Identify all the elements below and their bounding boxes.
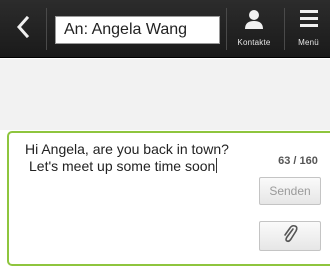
top-action-bar: An: Angela Wang Kontakte Menü [0,0,330,58]
paperclip-icon [282,224,298,249]
attach-button[interactable] [259,221,321,251]
recipient-field[interactable]: An: Angela Wang [55,16,220,44]
divider [226,8,227,50]
person-icon [243,8,265,35]
message-line-1: Hi Angela, are you back in town? [25,141,229,157]
compose-panel: Hi Angela, are you back in town? Let's m… [7,131,330,266]
message-line-2-wrap: Let's meet up some time soon [25,158,257,175]
message-input[interactable]: Hi Angela, are you back in town? Let's m… [25,141,257,175]
divider [46,8,47,50]
back-button[interactable] [0,0,46,58]
contacts-button[interactable]: Kontakte [228,8,280,52]
contacts-label: Kontakte [237,38,271,47]
menu-label: Menü [298,38,319,47]
message-thread-area [0,59,330,130]
menu-button[interactable]: Menü [287,8,330,52]
hamburger-icon [299,8,319,35]
message-line-2: Let's meet up some time soon [29,158,216,174]
text-cursor [216,158,218,173]
send-button[interactable]: Senden [259,177,321,205]
character-counter: 63 / 160 [278,155,318,167]
chevron-left-icon [16,15,30,43]
divider [284,8,285,50]
